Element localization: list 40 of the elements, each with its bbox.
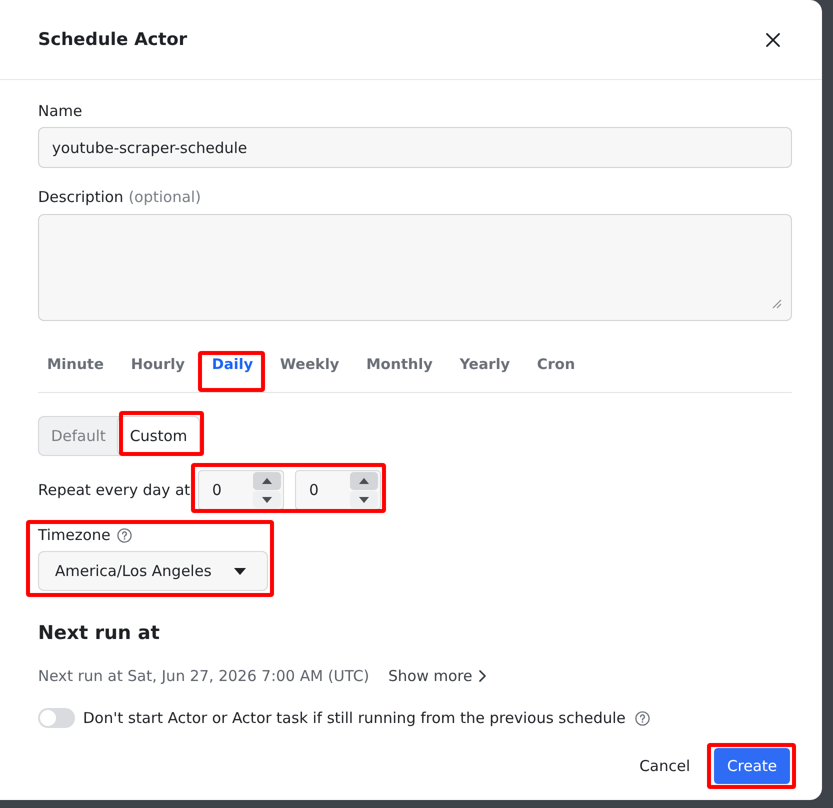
caret-down-icon: [234, 568, 246, 574]
segment-tab[interactable]: Default: [39, 417, 118, 455]
dialog-title: Schedule Actor: [38, 28, 188, 52]
resize-handle-icon: [772, 299, 782, 309]
show-more-link[interactable]: Show more: [388, 666, 486, 686]
number-field[interactable]: 0: [295, 470, 382, 510]
spin-up-button[interactable]: [350, 472, 378, 490]
spin-down-button[interactable]: [350, 491, 378, 508]
help-icon[interactable]: [116, 528, 132, 542]
tab[interactable]: Minute: [38, 345, 113, 392]
tab[interactable]: Daily: [202, 345, 262, 392]
number-field[interactable]: 0: [198, 470, 284, 510]
timezone-select[interactable]: America/Los Angeles: [38, 551, 268, 591]
cancel-button[interactable]: Cancel: [627, 748, 702, 784]
field-label: Timezone: [38, 525, 110, 545]
chevron-right-icon: [479, 670, 486, 682]
toggle-switch[interactable]: [38, 708, 75, 728]
caret-down-icon: [359, 496, 370, 502]
tab[interactable]: Yearly: [450, 345, 520, 392]
name-field[interactable]: youtube-scraper-schedule: [38, 127, 792, 168]
close-icon: [766, 32, 780, 46]
tab[interactable]: Weekly: [271, 345, 348, 392]
help-icon[interactable]: [634, 710, 650, 726]
spin-down-button[interactable]: [253, 491, 282, 508]
section-heading: Next run at: [38, 621, 161, 645]
description-field[interactable]: [38, 214, 792, 321]
repeat-label: Repeat every day at: [38, 480, 190, 500]
caret-down-icon: [262, 496, 272, 502]
caret-up-icon: [262, 478, 272, 484]
spin-up-button[interactable]: [253, 472, 282, 490]
tab[interactable]: Monthly: [357, 345, 442, 392]
tab[interactable]: Cron: [528, 345, 584, 392]
hint-text: (optional): [128, 187, 201, 207]
tab[interactable]: Hourly: [122, 345, 194, 392]
option-label: Don't start Actor or Actor task if still running from the previous schedule: [83, 708, 626, 728]
field-label: Description: [38, 187, 124, 207]
caret-up-icon: [359, 478, 370, 484]
create-button[interactable]: Create: [714, 748, 790, 784]
field-label: Name: [38, 101, 84, 121]
next-run-text: Next run at Sat, Jun 27, 2026 7:00 AM (UTC): [38, 666, 370, 686]
